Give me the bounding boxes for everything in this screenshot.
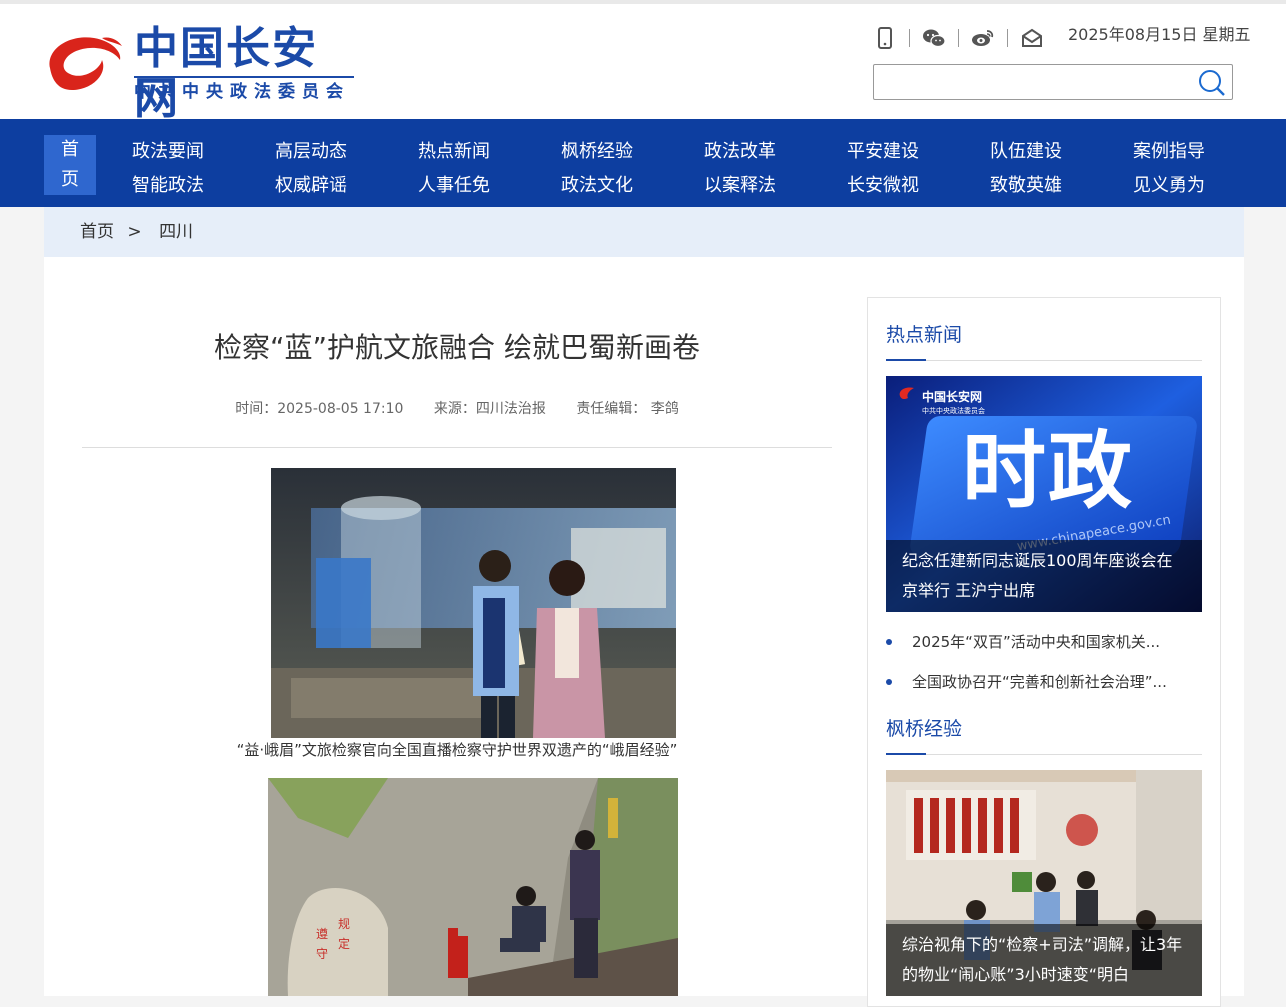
logo-divider bbox=[134, 76, 354, 78]
nav-item[interactable]: 长安微视 bbox=[847, 169, 957, 203]
breadcrumb-current[interactable]: 四川 bbox=[159, 222, 193, 242]
list-item-text[interactable]: 2025年“双百”活动中央和国家机关... bbox=[912, 633, 1160, 651]
wechat-icon[interactable] bbox=[921, 25, 947, 51]
bullet-icon bbox=[886, 679, 892, 685]
list-item[interactable]: 全国政协召开“完善和创新社会治理”... bbox=[886, 670, 1202, 694]
site-subtitle: 中共中央政法委员会 bbox=[134, 82, 350, 102]
feature-logo-subtext: 中共中央政法委员会 bbox=[922, 407, 985, 415]
logo-emblem-icon bbox=[49, 37, 122, 90]
nav-item[interactable]: 政法文化 bbox=[561, 169, 671, 203]
section-rule-accent bbox=[886, 359, 926, 361]
article-time: 时间：2025-08-05 17:10 bbox=[235, 401, 404, 417]
icon-separator bbox=[909, 29, 910, 47]
nav-item[interactable]: 队伍建设 bbox=[990, 135, 1100, 169]
site-name: 中国长安网 bbox=[134, 23, 318, 124]
sidebar-section-title-fengqiao[interactable]: 枫桥经验 bbox=[886, 714, 962, 744]
article-title: 检察“蓝”护航文旅融合 绘就巴蜀新画卷 bbox=[214, 331, 700, 364]
search-box bbox=[873, 64, 1233, 100]
article-photo-cliff: 遵 守 规 定 bbox=[268, 778, 678, 996]
email-icon[interactable] bbox=[1019, 25, 1045, 51]
nav-column: 队伍建设 致敬英雄 bbox=[990, 135, 1100, 203]
feature-big-text: 时政 bbox=[962, 422, 1135, 520]
nav-item[interactable]: 高层动态 bbox=[275, 135, 385, 169]
nav-item[interactable]: 见义勇为 bbox=[1133, 169, 1243, 203]
nav-item[interactable]: 致敬英雄 bbox=[990, 169, 1100, 203]
nav-column: 平安建设 长安微视 bbox=[847, 135, 957, 203]
nav-item[interactable]: 以案释法 bbox=[704, 169, 814, 203]
nav-item[interactable]: 政法要闻 bbox=[132, 135, 242, 169]
photo-caption: “益·峨眉”文旅检察官向全国直播检察守护世界双遗产的“峨眉经验” bbox=[236, 741, 678, 759]
nav-home-label-2: 页 bbox=[61, 169, 79, 190]
icon-separator bbox=[958, 29, 959, 47]
fengqiao-feature-card[interactable]: 综治视角下的“检察+司法”调解，让3年的物业“闹心账”3小时速变“明白 bbox=[886, 770, 1202, 996]
title-divider bbox=[82, 447, 832, 448]
svg-text:定: 定 bbox=[338, 936, 350, 951]
section-rule bbox=[886, 360, 1202, 361]
svg-text:守: 守 bbox=[316, 947, 328, 961]
article-editor: 责任编辑： 李鸽 bbox=[576, 401, 679, 417]
nav-item[interactable]: 人事任免 bbox=[418, 169, 528, 203]
site-header: 中国长安网 中共中央政法委员会 2025年08月15日 星期五 bbox=[0, 4, 1286, 124]
nav-item[interactable]: 热点新闻 bbox=[418, 135, 528, 169]
nav-column: 热点新闻 人事任免 bbox=[418, 135, 528, 203]
section-rule bbox=[886, 754, 1202, 755]
article-photo-museum bbox=[271, 468, 676, 738]
nav-item[interactable]: 案例指导 bbox=[1133, 135, 1243, 169]
nav-item[interactable]: 智能政法 bbox=[132, 169, 242, 203]
nav-item[interactable]: 枫桥经验 bbox=[561, 135, 671, 169]
list-item[interactable]: 2025年“双百”活动中央和国家机关... bbox=[886, 630, 1202, 654]
svg-text:规: 规 bbox=[338, 916, 350, 931]
nav-home[interactable]: 首 页 bbox=[44, 135, 96, 195]
breadcrumb-separator: > bbox=[127, 222, 142, 242]
nav-home-label-1: 首 bbox=[61, 139, 79, 160]
article-source: 来源：四川法治报 bbox=[433, 401, 546, 417]
fengqiao-feature-caption[interactable]: 综治视角下的“检察+司法”调解，让3年的物业“闹心账”3小时速变“明白 bbox=[886, 924, 1202, 996]
svg-text:遵: 遵 bbox=[316, 926, 328, 941]
nav-column: 案例指导 见义勇为 bbox=[1133, 135, 1243, 203]
nav-column: 政法要闻 智能政法 bbox=[132, 135, 242, 203]
hot-feature-caption[interactable]: 纪念任建新同志诞辰100周年座谈会在京举行 王沪宁出席 bbox=[886, 540, 1202, 612]
search-icon[interactable] bbox=[1198, 69, 1226, 97]
nav-column: 政法改革 以案释法 bbox=[704, 135, 814, 203]
main-nav: 首 页 政法要闻 智能政法 高层动态 权威辟谣 热点新闻 人事任免 枫桥经验 政… bbox=[0, 119, 1286, 207]
section-rule-accent bbox=[886, 753, 926, 755]
icon-separator bbox=[1007, 29, 1008, 47]
list-item-text[interactable]: 全国政协召开“完善和创新社会治理”... bbox=[912, 673, 1167, 691]
nav-column: 枫桥经验 政法文化 bbox=[561, 135, 671, 203]
weibo-icon[interactable] bbox=[970, 25, 996, 51]
article-meta: 时间：2025-08-05 17:10 来源：四川法治报 责任编辑： 李鸽 bbox=[82, 398, 832, 420]
search-input[interactable] bbox=[880, 69, 1190, 95]
mobile-icon[interactable] bbox=[872, 25, 898, 51]
breadcrumb: 首页 > 四川 bbox=[44, 207, 1244, 257]
feature-logo-text: 中国长安网 bbox=[922, 390, 983, 404]
social-icons bbox=[872, 24, 1045, 52]
nav-item[interactable]: 权威辟谣 bbox=[275, 169, 385, 203]
nav-item[interactable]: 平安建设 bbox=[847, 135, 957, 169]
nav-column: 高层动态 权威辟谣 bbox=[275, 135, 385, 203]
nav-item[interactable]: 政法改革 bbox=[704, 135, 814, 169]
hot-feature-card[interactable]: 中国长安网 中共中央政法委员会 时政 www.chinapeace.gov.cn… bbox=[886, 376, 1202, 612]
sidebar-section-title-hot[interactable]: 热点新闻 bbox=[886, 320, 962, 350]
breadcrumb-home[interactable]: 首页 bbox=[80, 222, 114, 242]
site-logo[interactable]: 中国长安网 中共中央政法委员会 bbox=[42, 24, 362, 124]
bullet-icon bbox=[886, 639, 892, 645]
current-date: 2025年08月15日 星期五 bbox=[1068, 25, 1251, 44]
